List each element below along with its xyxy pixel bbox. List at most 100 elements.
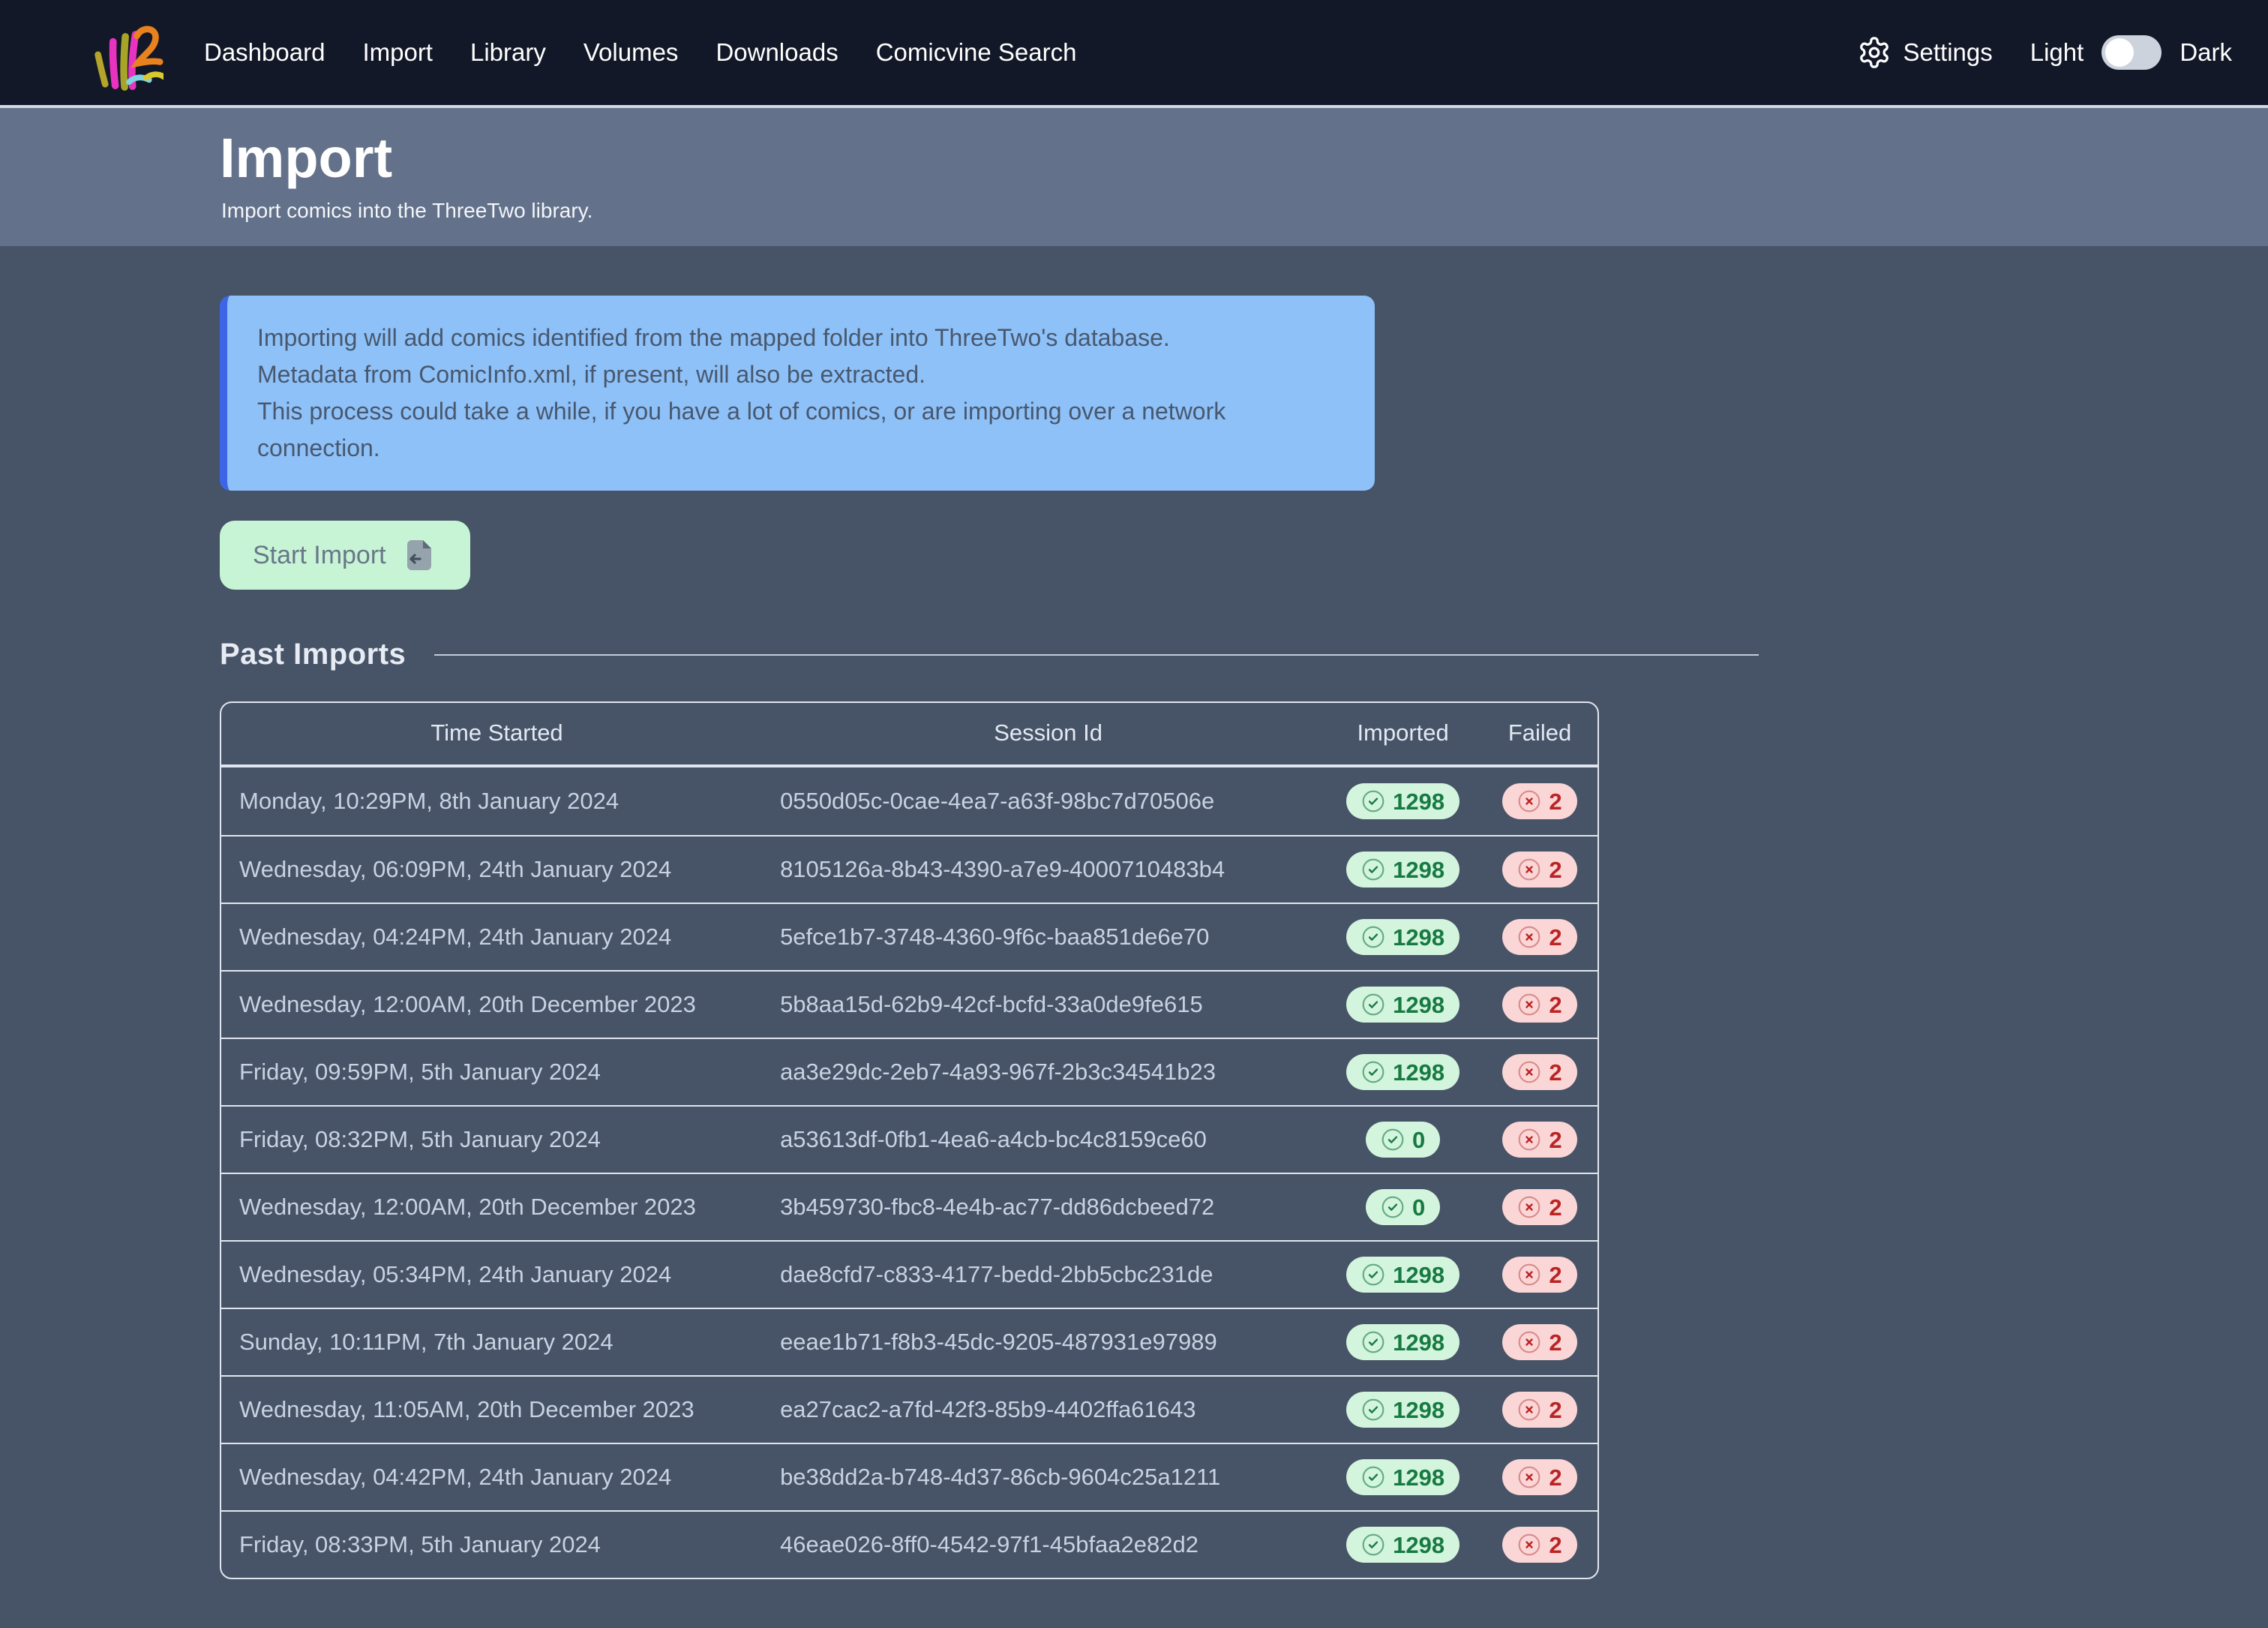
horizontal-divider — [434, 654, 1759, 656]
nav-item-downloads[interactable]: Downloads — [716, 38, 838, 67]
session-id-cell: 3b459730-fbc8-4e4b-ac77-dd86dcbeed72 — [772, 1173, 1324, 1240]
imported-badge: 1298 — [1346, 1527, 1460, 1563]
table-row: Wednesday, 04:24PM, 24th January 2024 5e… — [221, 903, 1598, 970]
settings-label: Settings — [1904, 38, 1993, 67]
theme-toggle[interactable] — [2102, 35, 2162, 70]
threetwo-logo[interactable] — [92, 13, 164, 92]
navbar-right: Settings Light Dark — [1857, 35, 2233, 70]
theme-toggle-knob — [2105, 38, 2134, 67]
failed-cell: 2 — [1482, 1105, 1598, 1173]
nav-item-comicvine-search[interactable]: Comicvine Search — [876, 38, 1077, 67]
failed-badge: 2 — [1502, 1122, 1576, 1158]
check-circle-icon — [1381, 1195, 1405, 1219]
info-line: Importing will add comics identified fro… — [257, 320, 1345, 356]
imported-cell: 1298 — [1324, 1038, 1482, 1105]
failed-badge: 2 — [1502, 987, 1576, 1023]
info-line: This process could take a while, if you … — [257, 393, 1345, 467]
past-imports-title: Past Imports — [220, 638, 406, 671]
imported-cell: 1298 — [1324, 1375, 1482, 1443]
check-circle-icon — [1361, 1533, 1385, 1557]
session-id-cell: 8105126a-8b43-4390-a7e9-4000710483b4 — [772, 835, 1324, 903]
failed-cell: 2 — [1482, 903, 1598, 970]
imported-cell: 1298 — [1324, 903, 1482, 970]
x-circle-icon — [1517, 1060, 1541, 1084]
time-started-cell: Monday, 10:29PM, 8th January 2024 — [221, 767, 772, 835]
x-circle-icon — [1517, 1263, 1541, 1287]
imported-cell: 1298 — [1324, 835, 1482, 903]
table-row: Wednesday, 06:09PM, 24th January 2024 81… — [221, 835, 1598, 903]
file-import-icon — [401, 537, 437, 573]
session-id-cell: 5efce1b7-3748-4360-9f6c-baa851de6e70 — [772, 903, 1324, 970]
session-id-cell: 5b8aa15d-62b9-42cf-bcfd-33a0de9fe615 — [772, 970, 1324, 1038]
x-circle-icon — [1517, 1465, 1541, 1489]
nav-item-library[interactable]: Library — [470, 38, 546, 67]
imported-badge: 1298 — [1346, 919, 1460, 955]
session-id-cell: 0550d05c-0cae-4ea7-a63f-98bc7d70506e — [772, 767, 1324, 835]
main-nav: Dashboard Import Library Volumes Downloa… — [204, 38, 1076, 67]
x-circle-icon — [1517, 1128, 1541, 1152]
failed-cell: 2 — [1482, 767, 1598, 835]
x-circle-icon — [1517, 993, 1541, 1017]
settings-button[interactable]: Settings — [1857, 35, 1993, 70]
table-row: Wednesday, 04:42PM, 24th January 2024 be… — [221, 1443, 1598, 1510]
session-id-cell: 46eae026-8ff0-4542-97f1-45bfaa2e82d2 — [772, 1510, 1324, 1578]
nav-item-import[interactable]: Import — [362, 38, 433, 67]
imported-badge: 1298 — [1346, 1392, 1460, 1428]
page-header: Import Import comics into the ThreeTwo l… — [0, 108, 2268, 246]
time-started-cell: Wednesday, 06:09PM, 24th January 2024 — [221, 835, 772, 903]
imported-cell: 1298 — [1324, 970, 1482, 1038]
import-info-callout: Importing will add comics identified fro… — [220, 296, 1375, 491]
x-circle-icon — [1517, 1195, 1541, 1219]
check-circle-icon — [1381, 1128, 1405, 1152]
imported-badge: 1298 — [1346, 1324, 1460, 1360]
table-row: Friday, 08:32PM, 5th January 2024 a53613… — [221, 1105, 1598, 1173]
failed-cell: 2 — [1482, 1240, 1598, 1308]
failed-cell: 2 — [1482, 970, 1598, 1038]
session-id-cell: be38dd2a-b748-4d37-86cb-9604c25a1211 — [772, 1443, 1324, 1510]
theme-switch: Light Dark — [2030, 35, 2232, 70]
nav-item-volumes[interactable]: Volumes — [584, 38, 679, 67]
time-started-cell: Wednesday, 11:05AM, 20th December 2023 — [221, 1375, 772, 1443]
past-imports-header: Past Imports — [220, 638, 1759, 671]
imported-cell: 1298 — [1324, 1308, 1482, 1375]
check-circle-icon — [1361, 789, 1385, 813]
gear-icon — [1857, 35, 1892, 70]
session-id-cell: a53613df-0fb1-4ea6-a4cb-bc4c8159ce60 — [772, 1105, 1324, 1173]
check-circle-icon — [1361, 1263, 1385, 1287]
failed-cell: 2 — [1482, 1375, 1598, 1443]
column-header-failed: Failed — [1482, 703, 1598, 767]
light-label: Light — [2030, 38, 2084, 67]
column-header-imported: Imported — [1324, 703, 1482, 767]
failed-badge: 2 — [1502, 1324, 1576, 1360]
imported-badge: 1298 — [1346, 1257, 1460, 1293]
start-import-button[interactable]: Start Import — [220, 521, 470, 590]
time-started-cell: Wednesday, 05:34PM, 24th January 2024 — [221, 1240, 772, 1308]
page-subtitle: Import comics into the ThreeTwo library. — [221, 199, 2268, 223]
check-circle-icon — [1361, 1398, 1385, 1422]
x-circle-icon — [1517, 1398, 1541, 1422]
time-started-cell: Wednesday, 12:00AM, 20th December 2023 — [221, 970, 772, 1038]
imported-badge: 0 — [1366, 1189, 1440, 1225]
session-id-cell: dae8cfd7-c833-4177-bedd-2bb5cbc231de — [772, 1240, 1324, 1308]
check-circle-icon — [1361, 1330, 1385, 1354]
imported-cell: 0 — [1324, 1105, 1482, 1173]
failed-badge: 2 — [1502, 1527, 1576, 1563]
failed-cell: 2 — [1482, 1443, 1598, 1510]
threetwo-logo-icon — [92, 13, 164, 92]
table-row: Wednesday, 12:00AM, 20th December 2023 3… — [221, 1173, 1598, 1240]
nav-item-dashboard[interactable]: Dashboard — [204, 38, 325, 67]
imported-badge: 1298 — [1346, 1054, 1460, 1090]
past-imports-table: Time Started Session Id Imported Failed … — [220, 701, 1599, 1579]
failed-cell: 2 — [1482, 1308, 1598, 1375]
info-line: Metadata from ComicInfo.xml, if present,… — [257, 356, 1345, 393]
time-started-cell: Friday, 08:33PM, 5th January 2024 — [221, 1510, 772, 1578]
check-circle-icon — [1361, 858, 1385, 882]
table-row: Friday, 08:33PM, 5th January 2024 46eae0… — [221, 1510, 1598, 1578]
table-row: Wednesday, 12:00AM, 20th December 2023 5… — [221, 970, 1598, 1038]
check-circle-icon — [1361, 1465, 1385, 1489]
imported-badge: 0 — [1366, 1122, 1440, 1158]
imported-cell: 0 — [1324, 1173, 1482, 1240]
time-started-cell: Sunday, 10:11PM, 7th January 2024 — [221, 1308, 772, 1375]
top-navbar: Dashboard Import Library Volumes Downloa… — [0, 0, 2268, 108]
failed-cell: 2 — [1482, 1173, 1598, 1240]
